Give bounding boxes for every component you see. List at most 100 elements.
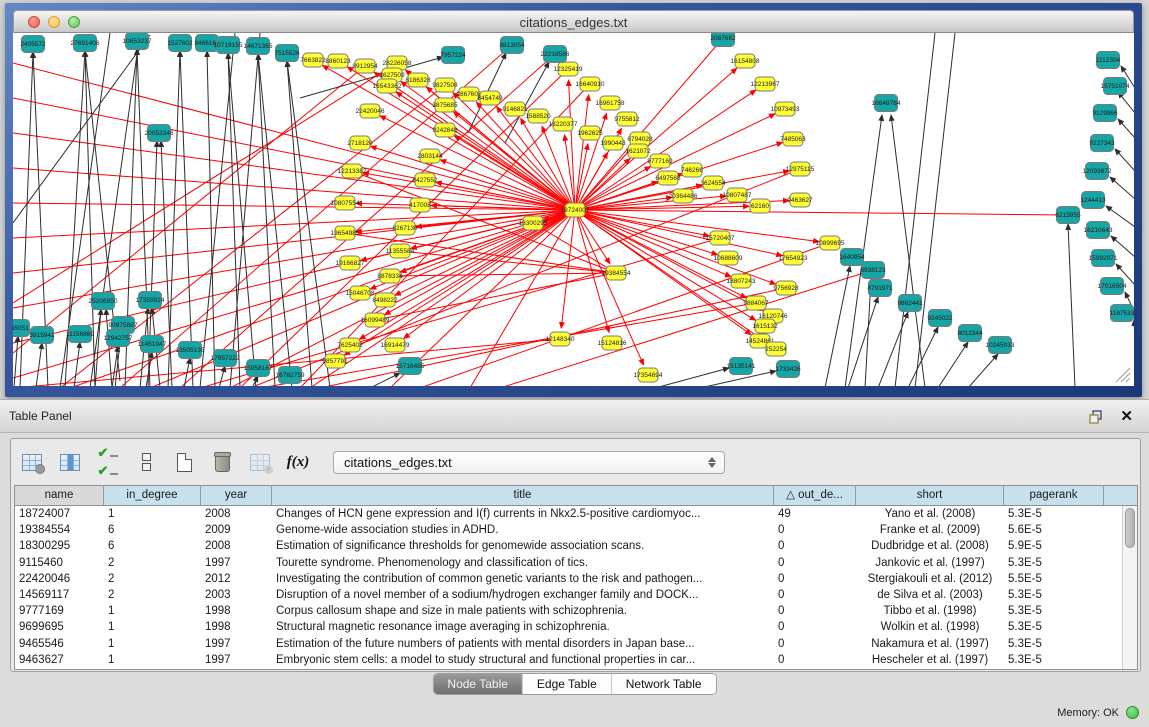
- table-cell[interactable]: Jankovic et al. (1997): [856, 555, 1004, 571]
- scrollbar-thumb[interactable]: [1125, 508, 1135, 548]
- node[interactable]: 10719155: [214, 37, 243, 54]
- table-cell[interactable]: 5.3E-5: [1004, 652, 1104, 668]
- selected-node[interactable]: 9884067: [743, 296, 769, 310]
- selected-node[interactable]: 1962625: [577, 126, 603, 140]
- table-cell[interactable]: 2: [104, 555, 201, 571]
- tab-edge-table[interactable]: Edge Table: [523, 674, 612, 694]
- float-panel-icon[interactable]: [1087, 408, 1105, 426]
- table-cell[interactable]: Investigating the contribution of common…: [272, 571, 774, 587]
- table-cell[interactable]: Structural magnetic resonance image aver…: [272, 619, 774, 635]
- selected-node[interactable]: 8878334: [377, 269, 403, 283]
- table-cell[interactable]: 9115460: [15, 555, 104, 571]
- node[interactable]: 1640954: [839, 249, 865, 266]
- table-row[interactable]: 1938455462009Genome-wide association stu…: [15, 522, 1137, 538]
- table-row[interactable]: 1872400712008Changes of HCN gene express…: [15, 506, 1137, 522]
- table-cell[interactable]: 5.3E-5: [1004, 603, 1104, 619]
- table-cell[interactable]: 9699695: [15, 619, 104, 635]
- node[interactable]: 13505135: [176, 342, 205, 359]
- table-cell[interactable]: 2012: [201, 571, 272, 587]
- node[interactable]: 15135141: [727, 358, 756, 375]
- node[interactable]: 8012344: [957, 325, 983, 342]
- node[interactable]: 15992971: [1089, 250, 1118, 267]
- selected-node[interactable]: 16961758: [596, 96, 625, 110]
- table-row[interactable]: 946554611997Estimation of the future num…: [15, 636, 1137, 652]
- table-row[interactable]: 977716911998Corpus callosum shape and si…: [15, 603, 1137, 619]
- selected-node[interactable]: 7485063: [780, 132, 806, 146]
- table-cell[interactable]: 5.3E-5: [1004, 587, 1104, 603]
- selected-node[interactable]: 10688609: [714, 251, 743, 265]
- node[interactable]: 11451947: [138, 336, 167, 353]
- network-graph[interactable]: 7663822886012389129542822605816275091654…: [13, 33, 1134, 386]
- memory-status-dot[interactable]: [1126, 706, 1139, 719]
- table-cell[interactable]: Estimation of the future numbers of pati…: [272, 636, 774, 652]
- node[interactable]: 8791971: [867, 280, 893, 297]
- table-cell[interactable]: 5.9E-5: [1004, 538, 1104, 554]
- node[interactable]: 27691406: [71, 35, 100, 52]
- selected-node[interactable]: 8186328: [405, 73, 431, 87]
- node[interactable]: 10853237: [123, 33, 152, 50]
- selected-node[interactable]: 16099489: [361, 313, 390, 327]
- selected-node[interactable]: 10973493: [771, 102, 800, 116]
- node[interactable]: 22218586: [541, 46, 570, 63]
- node[interactable]: 9129966: [1092, 105, 1118, 122]
- table-cell[interactable]: 18724007: [15, 506, 104, 522]
- close-panel-icon[interactable]: ✕: [1120, 407, 1133, 425]
- table-row[interactable]: 1456911722003Disruption of a novel membe…: [15, 587, 1137, 603]
- table-cell[interactable]: Tibbo et al. (1998): [856, 603, 1004, 619]
- node[interactable]: 2087682: [710, 33, 736, 47]
- selected-node[interactable]: 1990443: [600, 136, 626, 150]
- column-header-short[interactable]: short: [856, 486, 1004, 505]
- selected-node[interactable]: 7663822: [300, 53, 326, 67]
- node[interactable]: 8215955: [1055, 207, 1081, 224]
- node[interactable]: 8938123: [860, 262, 886, 279]
- node[interactable]: 9227343: [1089, 135, 1115, 152]
- table-cell[interactable]: 19384554: [15, 522, 104, 538]
- table-cell[interactable]: 14569117: [15, 587, 104, 603]
- table-cell[interactable]: 0: [774, 555, 856, 571]
- selected-node[interactable]: 9857791: [322, 354, 348, 368]
- column-header-out_de[interactable]: △ out_de...: [774, 486, 856, 505]
- table-row[interactable]: 2242004622012Investigating the contribut…: [15, 571, 1137, 587]
- window-titlebar[interactable]: citations_edges.txt: [13, 10, 1134, 33]
- table-cell[interactable]: 0: [774, 603, 856, 619]
- node[interactable]: 3915941: [29, 327, 55, 344]
- selected-node[interactable]: 15046708: [346, 286, 375, 300]
- select-column-button[interactable]: [57, 449, 83, 475]
- node[interactable]: 10245033: [986, 337, 1015, 354]
- node[interactable]: 14671365: [244, 38, 273, 55]
- selected-node[interactable]: 1588520: [525, 109, 551, 123]
- table-cell[interactable]: 5.3E-5: [1004, 636, 1104, 652]
- table-row[interactable]: 911546021997Tourette syndrome. Phenomeno…: [15, 555, 1137, 571]
- table-cell[interactable]: 0: [774, 636, 856, 652]
- node[interactable]: 16782759: [276, 367, 305, 384]
- selected-node[interactable]: 20364486: [669, 189, 698, 203]
- function-builder-button[interactable]: f(x): [285, 449, 311, 475]
- new-column-button[interactable]: [171, 449, 197, 475]
- table-cell[interactable]: 1997: [201, 636, 272, 652]
- delete-table-button[interactable]: x: [247, 449, 273, 475]
- node[interactable]: 1733426: [775, 361, 801, 378]
- selected-node[interactable]: 8267130: [392, 221, 418, 235]
- table-cell[interactable]: Stergiakouli et al. (2012): [856, 571, 1004, 587]
- selected-node[interactable]: 1615132: [752, 319, 778, 333]
- node[interactable]: 15751074: [1101, 78, 1130, 95]
- selected-node[interactable]: 2718120: [347, 136, 373, 150]
- selected-node[interactable]: 16154808: [731, 54, 760, 68]
- node[interactable]: 1112304: [1096, 52, 1121, 69]
- selected-node[interactable]: 3875685: [432, 98, 458, 112]
- selected-node[interactable]: 19166827: [336, 256, 365, 270]
- selected-node[interactable]: 9463627: [787, 193, 813, 207]
- selected-node[interactable]: 17354694: [634, 368, 663, 382]
- canvas-resize-handle[interactable]: [1116, 368, 1130, 382]
- node[interactable]: 9245022: [927, 310, 953, 327]
- table-cell[interactable]: 0: [774, 538, 856, 554]
- table-cell[interactable]: 0: [774, 619, 856, 635]
- node[interactable]: 25206950: [89, 293, 118, 310]
- table-cell[interactable]: Disruption of a novel member of a sodium…: [272, 587, 774, 603]
- table-cell[interactable]: Estimation of significance thresholds fo…: [272, 538, 774, 554]
- column-header-year[interactable]: year: [201, 486, 272, 505]
- table-cell[interactable]: 9777169: [15, 603, 104, 619]
- selected-node[interactable]: 9756928: [773, 281, 799, 295]
- table-cell[interactable]: Franke et al. (2009): [856, 522, 1004, 538]
- table-cell[interactable]: 5.3E-5: [1004, 555, 1104, 571]
